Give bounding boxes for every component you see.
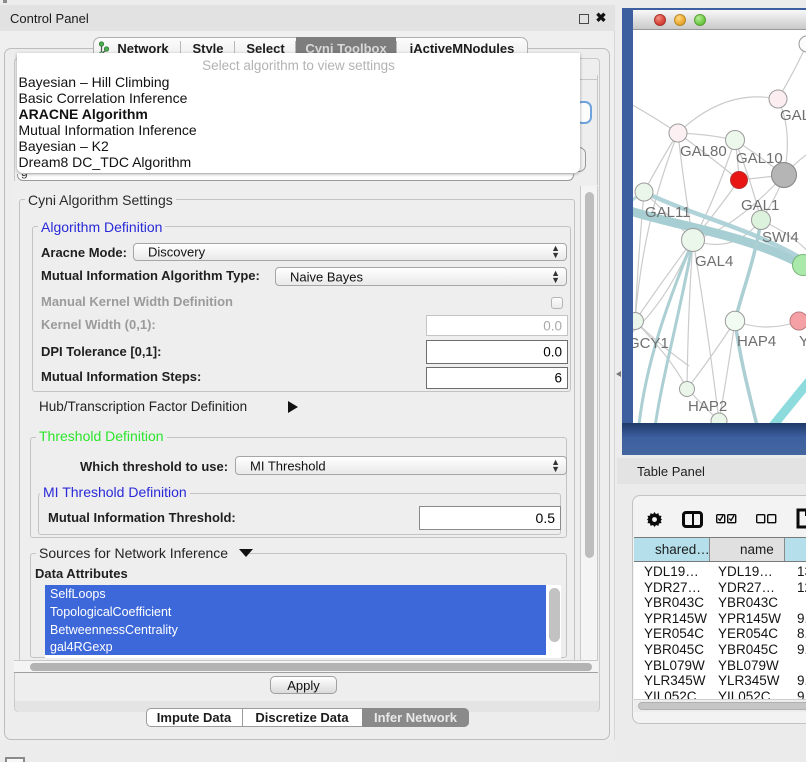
svg-text:HAP4: HAP4 xyxy=(737,333,776,350)
svg-text:SWI4: SWI4 xyxy=(762,229,799,246)
svg-text:GAL4: GAL4 xyxy=(695,253,733,270)
svg-text:GAL7: GAL7 xyxy=(780,107,806,124)
svg-text:GAL10: GAL10 xyxy=(736,150,783,167)
svg-text:GCY1: GCY1 xyxy=(633,335,669,352)
svg-text:GAL11: GAL11 xyxy=(645,204,691,221)
svg-text:HAP2: HAP2 xyxy=(688,398,727,415)
svg-text:Y: Y xyxy=(799,333,806,350)
svg-text:GAL80: GAL80 xyxy=(680,143,727,160)
svg-text:GAL1: GAL1 xyxy=(741,197,779,214)
